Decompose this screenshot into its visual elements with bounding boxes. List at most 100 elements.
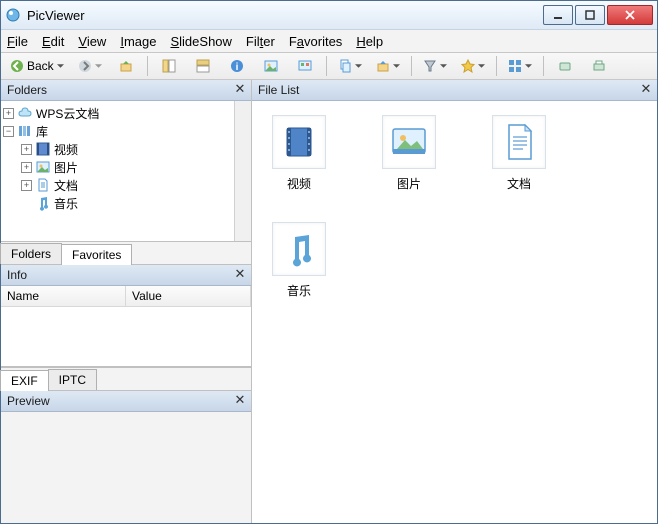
svg-text:i: i bbox=[235, 62, 238, 73]
video-icon bbox=[35, 141, 51, 157]
file-list[interactable]: 视频 图片 文档 bbox=[252, 101, 657, 523]
tree-label: 图片 bbox=[54, 159, 78, 176]
title-bar: PicViewer bbox=[1, 1, 657, 30]
minimize-button[interactable] bbox=[543, 5, 573, 25]
app-title: PicViewer bbox=[27, 8, 543, 23]
filelist-panel-title: File List bbox=[258, 83, 299, 97]
tree-node-docs[interactable]: + 文档 bbox=[3, 176, 232, 194]
back-label: Back bbox=[27, 59, 54, 73]
info-panel-close[interactable]: ✕ bbox=[233, 267, 247, 281]
menu-file[interactable]: File bbox=[7, 34, 28, 49]
info-col-name[interactable]: Name bbox=[1, 286, 126, 306]
info-button[interactable]: i bbox=[222, 55, 252, 77]
tree-label: 视频 bbox=[54, 141, 78, 158]
back-arrow-icon bbox=[10, 59, 24, 73]
info-panel-header: Info ✕ bbox=[1, 265, 251, 286]
grid-icon bbox=[508, 59, 522, 73]
tree-node-video[interactable]: + 视频 bbox=[3, 140, 232, 158]
scrollbar[interactable] bbox=[234, 101, 251, 241]
tree-node-wps[interactable]: + WPS云文档 bbox=[3, 104, 232, 122]
menu-filter[interactable]: Filter bbox=[246, 34, 275, 49]
back-button[interactable]: Back bbox=[5, 55, 69, 77]
file-item-images[interactable]: 图片 bbox=[374, 115, 444, 192]
folder-tree[interactable]: + WPS云文档 − 库 + 视频 bbox=[1, 101, 234, 241]
toolbar-separator bbox=[147, 56, 148, 76]
file-name: 音乐 bbox=[287, 282, 311, 299]
expand-icon[interactable]: + bbox=[21, 144, 32, 155]
slideshow-icon bbox=[298, 59, 312, 73]
chevron-down-icon bbox=[478, 64, 485, 68]
info-columns: Name Value bbox=[1, 286, 251, 307]
tree-node-music[interactable]: 音乐 bbox=[3, 194, 232, 212]
tab-folders[interactable]: Folders bbox=[0, 243, 62, 264]
chevron-down-icon bbox=[525, 64, 532, 68]
maximize-button[interactable] bbox=[575, 5, 605, 25]
file-name: 图片 bbox=[397, 175, 421, 192]
collapse-icon[interactable]: − bbox=[3, 126, 14, 137]
cloud-icon bbox=[17, 105, 33, 121]
forward-button[interactable] bbox=[73, 55, 107, 77]
expand-icon[interactable]: + bbox=[21, 180, 32, 191]
video-icon bbox=[272, 115, 326, 169]
expand-icon[interactable]: + bbox=[3, 108, 14, 119]
menu-image[interactable]: Image bbox=[120, 34, 156, 49]
preview-panel-close[interactable]: ✕ bbox=[233, 393, 247, 407]
image-icon bbox=[35, 159, 51, 175]
folders-panel-header: Folders ✕ bbox=[1, 80, 251, 101]
info-col-value[interactable]: Value bbox=[126, 286, 251, 306]
panel-icon bbox=[162, 59, 176, 73]
filelist-panel-close[interactable]: ✕ bbox=[639, 82, 653, 96]
file-name: 文档 bbox=[507, 175, 531, 192]
file-item-music[interactable]: 音乐 bbox=[264, 222, 334, 299]
tree-label: 库 bbox=[36, 123, 48, 140]
move-icon bbox=[376, 59, 390, 73]
close-button[interactable] bbox=[607, 5, 653, 25]
folder-up-icon bbox=[119, 59, 133, 73]
favorite-button[interactable] bbox=[456, 55, 490, 77]
toolbar-separator bbox=[326, 56, 327, 76]
filter-button[interactable] bbox=[418, 55, 452, 77]
toolbar-separator bbox=[496, 56, 497, 76]
image-icon bbox=[382, 115, 436, 169]
move-button[interactable] bbox=[371, 55, 405, 77]
panel-preview-button[interactable] bbox=[188, 55, 218, 77]
library-icon bbox=[17, 123, 33, 139]
preview-panel-header: Preview ✕ bbox=[1, 391, 251, 412]
file-item-video[interactable]: 视频 bbox=[264, 115, 334, 192]
info-icon: i bbox=[230, 59, 244, 73]
copy-button[interactable] bbox=[333, 55, 367, 77]
preview-panel-title: Preview bbox=[7, 394, 50, 408]
tab-exif[interactable]: EXIF bbox=[0, 370, 49, 391]
menu-favorites[interactable]: Favorites bbox=[289, 34, 342, 49]
folders-panel-close[interactable]: ✕ bbox=[233, 82, 247, 96]
toolbar-separator bbox=[543, 56, 544, 76]
preview-panel-body bbox=[1, 412, 251, 523]
tree-label: 音乐 bbox=[54, 195, 78, 212]
document-icon bbox=[35, 177, 51, 193]
panel-icon bbox=[196, 59, 210, 73]
menu-slideshow[interactable]: SlideShow bbox=[170, 34, 231, 49]
folders-panel-title: Folders bbox=[7, 83, 47, 97]
up-button[interactable] bbox=[111, 55, 141, 77]
tab-iptc[interactable]: IPTC bbox=[48, 369, 97, 390]
funnel-icon bbox=[423, 59, 437, 73]
tree-node-library[interactable]: − 库 bbox=[3, 122, 232, 140]
chevron-down-icon bbox=[440, 64, 447, 68]
panel-folders-button[interactable] bbox=[154, 55, 184, 77]
thumbs-button[interactable] bbox=[256, 55, 286, 77]
chevron-down-icon bbox=[95, 64, 102, 68]
menu-view[interactable]: View bbox=[78, 34, 106, 49]
tab-favorites[interactable]: Favorites bbox=[61, 244, 132, 265]
chevron-down-icon bbox=[57, 64, 64, 68]
menu-edit[interactable]: Edit bbox=[42, 34, 64, 49]
tree-node-images[interactable]: + 图片 bbox=[3, 158, 232, 176]
expand-icon[interactable]: + bbox=[21, 162, 32, 173]
scan-button[interactable] bbox=[550, 55, 580, 77]
slideshow-button[interactable] bbox=[290, 55, 320, 77]
window-buttons bbox=[543, 5, 653, 25]
menu-help[interactable]: Help bbox=[356, 34, 383, 49]
toolbar-separator bbox=[411, 56, 412, 76]
print-button[interactable] bbox=[584, 55, 614, 77]
view-mode-button[interactable] bbox=[503, 55, 537, 77]
file-item-docs[interactable]: 文档 bbox=[484, 115, 554, 192]
